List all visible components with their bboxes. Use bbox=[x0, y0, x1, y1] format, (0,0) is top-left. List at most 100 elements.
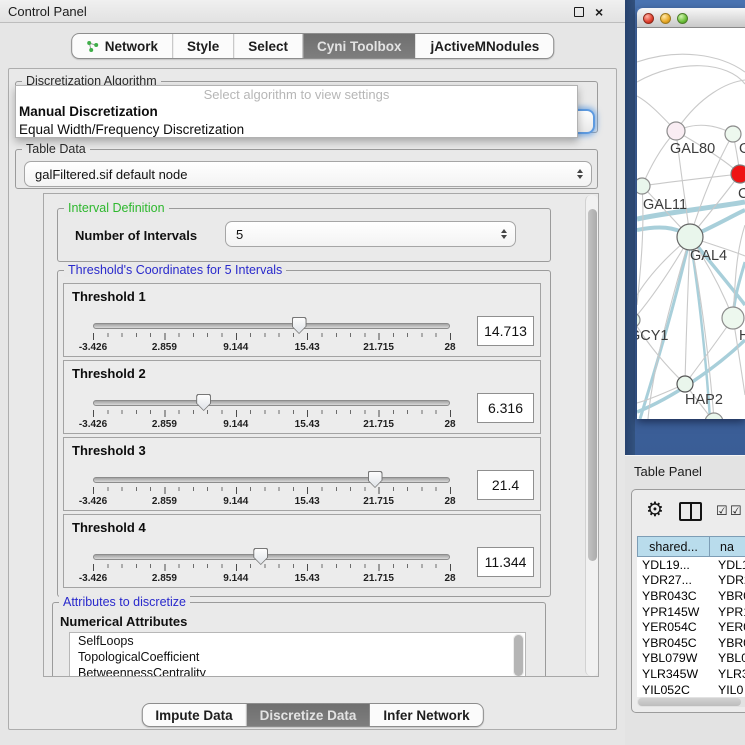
tick-label: 28 bbox=[444, 342, 455, 353]
table-cell: YDR27... bbox=[637, 573, 710, 587]
threshold-label: Threshold 1 bbox=[72, 289, 146, 304]
table-cell: YBL079W bbox=[637, 651, 710, 665]
table-cell: YER054C bbox=[637, 620, 710, 634]
network-node-label: GAL80 bbox=[670, 141, 715, 157]
group-title: Threshold's Coordinates for 5 Intervals bbox=[64, 263, 286, 277]
network-node[interactable] bbox=[722, 307, 744, 329]
threshold-value-field[interactable]: 6.316 bbox=[477, 393, 534, 423]
tick-label: 21.715 bbox=[363, 496, 394, 507]
slider-thumb[interactable] bbox=[292, 317, 307, 334]
number-of-intervals-combo[interactable]: 5 bbox=[225, 221, 516, 247]
table-row[interactable]: YBR045CYBR0 bbox=[637, 635, 745, 651]
algorithm-option-manual-discretization[interactable]: Manual Discretization bbox=[16, 103, 577, 121]
slider-thumb[interactable] bbox=[196, 394, 211, 411]
scrollbar-thumb[interactable] bbox=[588, 209, 597, 561]
column-header[interactable]: shared... bbox=[637, 536, 710, 557]
minimize-traffic-light[interactable] bbox=[660, 13, 671, 24]
column-header[interactable]: na bbox=[710, 536, 745, 557]
tick-label: 2.859 bbox=[152, 573, 177, 584]
table-cell: YER0 bbox=[710, 620, 745, 634]
table-panel-title: Table Panel bbox=[634, 464, 702, 479]
network-node[interactable] bbox=[637, 313, 640, 327]
control-panel: Control Panel × NetworkStyleSelectCyni T… bbox=[0, 0, 625, 745]
table-cell: YBR045C bbox=[637, 636, 710, 650]
tick-label: 9.144 bbox=[223, 496, 248, 507]
group-title: Interval Definition bbox=[64, 201, 169, 215]
tab-cyni-toolbox[interactable]: Cyni Toolbox bbox=[302, 34, 416, 58]
tab-style[interactable]: Style bbox=[172, 34, 233, 58]
network-node[interactable] bbox=[637, 178, 650, 194]
tab-select[interactable]: Select bbox=[233, 34, 302, 58]
network-node[interactable] bbox=[677, 224, 703, 250]
tab-network[interactable]: Network bbox=[72, 34, 172, 58]
table-cell: YDL19... bbox=[637, 558, 710, 572]
table-row[interactable]: YBR043CYBR0 bbox=[637, 588, 745, 604]
table-row[interactable]: YLR345WYLR3 bbox=[637, 666, 745, 682]
scrollbar-thumb[interactable] bbox=[638, 698, 741, 706]
table-hscrollbar[interactable] bbox=[637, 697, 745, 707]
numerical-attributes-list[interactable]: SelfLoopsTopologicalCoefficientBetweenne… bbox=[69, 632, 526, 677]
threshold-label: Threshold 2 bbox=[72, 366, 146, 381]
attribute-list-item[interactable]: TopologicalCoefficient bbox=[70, 649, 525, 665]
screen: Control Panel × NetworkStyleSelectCyni T… bbox=[0, 0, 745, 745]
network-node[interactable] bbox=[725, 126, 741, 142]
threshold-slider[interactable]: -3.4262.8599.14415.4321.71528 bbox=[93, 474, 450, 508]
group-title: Attributes to discretize bbox=[59, 595, 190, 609]
tick-label: 2.859 bbox=[152, 419, 177, 430]
tick-label: 21.715 bbox=[363, 419, 394, 430]
slider-thumb[interactable] bbox=[368, 471, 383, 488]
threshold-slider[interactable]: -3.4262.8599.14415.4321.71528 bbox=[93, 320, 450, 354]
threshold-panel: Threshold 3 -3.4262.8599.14415.4321.71528… bbox=[63, 437, 541, 511]
tab-discretize-data[interactable]: Discretize Data bbox=[246, 704, 370, 726]
close-icon[interactable]: × bbox=[595, 5, 603, 19]
tick-label: 15.43 bbox=[295, 419, 320, 430]
network-node[interactable] bbox=[677, 376, 693, 392]
network-node[interactable] bbox=[731, 165, 745, 183]
list-scrollbar[interactable] bbox=[513, 634, 524, 677]
tick-label: -3.426 bbox=[79, 419, 107, 430]
combo-value: 5 bbox=[236, 227, 243, 242]
attribute-list-item[interactable]: BetweennessCentrality bbox=[70, 665, 525, 677]
float-window-icon[interactable] bbox=[574, 7, 584, 17]
attributes-group: Attributes to discretize Numerical Attri… bbox=[52, 602, 546, 677]
slider-thumb[interactable] bbox=[253, 548, 268, 565]
table-data-combo[interactable]: galFiltered.sif default node bbox=[24, 161, 592, 187]
threshold-value-field[interactable]: 21.4 bbox=[477, 470, 534, 500]
table-cell: YBR0 bbox=[710, 636, 745, 650]
table-header-row: shared...na bbox=[637, 536, 745, 557]
threshold-value-field[interactable]: 11.344 bbox=[477, 547, 534, 577]
zoom-traffic-light[interactable] bbox=[677, 13, 688, 24]
slider-ticks bbox=[93, 564, 451, 571]
tick-label: 15.43 bbox=[295, 573, 320, 584]
tick-label: 28 bbox=[444, 496, 455, 507]
network-icon bbox=[86, 40, 99, 53]
table-row[interactable]: YBL079WYBL0 bbox=[637, 651, 745, 667]
tab-infer-network[interactable]: Infer Network bbox=[369, 704, 482, 726]
checkbox-icon[interactable]: ☑ bbox=[730, 504, 742, 517]
tick-label: 9.144 bbox=[223, 419, 248, 430]
table-row[interactable]: YPR145WYPR1 bbox=[637, 604, 745, 620]
threshold-label: Threshold 3 bbox=[72, 443, 146, 458]
table-cell: YDR2 bbox=[710, 573, 745, 587]
table-columns-icon[interactable] bbox=[679, 502, 702, 521]
attribute-list-item[interactable]: SelfLoops bbox=[70, 633, 525, 649]
network-node[interactable] bbox=[667, 122, 685, 140]
algorithm-option-equal-width-frequency-discretization[interactable]: Equal Width/Frequency Discretization bbox=[16, 121, 577, 139]
table-row[interactable]: YDL19...YDL1 bbox=[637, 557, 745, 573]
panel-scrollbar[interactable] bbox=[585, 195, 598, 676]
checkbox-icon[interactable]: ☑ bbox=[716, 504, 728, 517]
threshold-slider[interactable]: -3.4262.8599.14415.4321.71528 bbox=[93, 551, 450, 585]
tab-impute-data[interactable]: Impute Data bbox=[142, 704, 245, 726]
algorithm-dropdown-popup: Select algorithm to view settings Manual… bbox=[15, 85, 578, 138]
gear-icon[interactable]: ⚙ bbox=[646, 500, 664, 520]
tab-jactivemnodules[interactable]: jActiveMNodules bbox=[416, 34, 554, 58]
close-traffic-light[interactable] bbox=[643, 13, 654, 24]
table-row[interactable]: YER054CYER0 bbox=[637, 619, 745, 635]
threshold-value-field[interactable]: 14.713 bbox=[477, 316, 534, 346]
threshold-slider[interactable]: -3.4262.8599.14415.4321.71528 bbox=[93, 397, 450, 431]
table-row[interactable]: YDR27...YDR2 bbox=[637, 573, 745, 589]
dropdown-options: Manual DiscretizationEqual Width/Frequen… bbox=[16, 103, 577, 139]
table-row[interactable]: YIL052CYIL0 bbox=[637, 682, 745, 698]
table-cell: YBR0 bbox=[710, 589, 745, 603]
network-node-label: GCY1 bbox=[637, 328, 669, 344]
